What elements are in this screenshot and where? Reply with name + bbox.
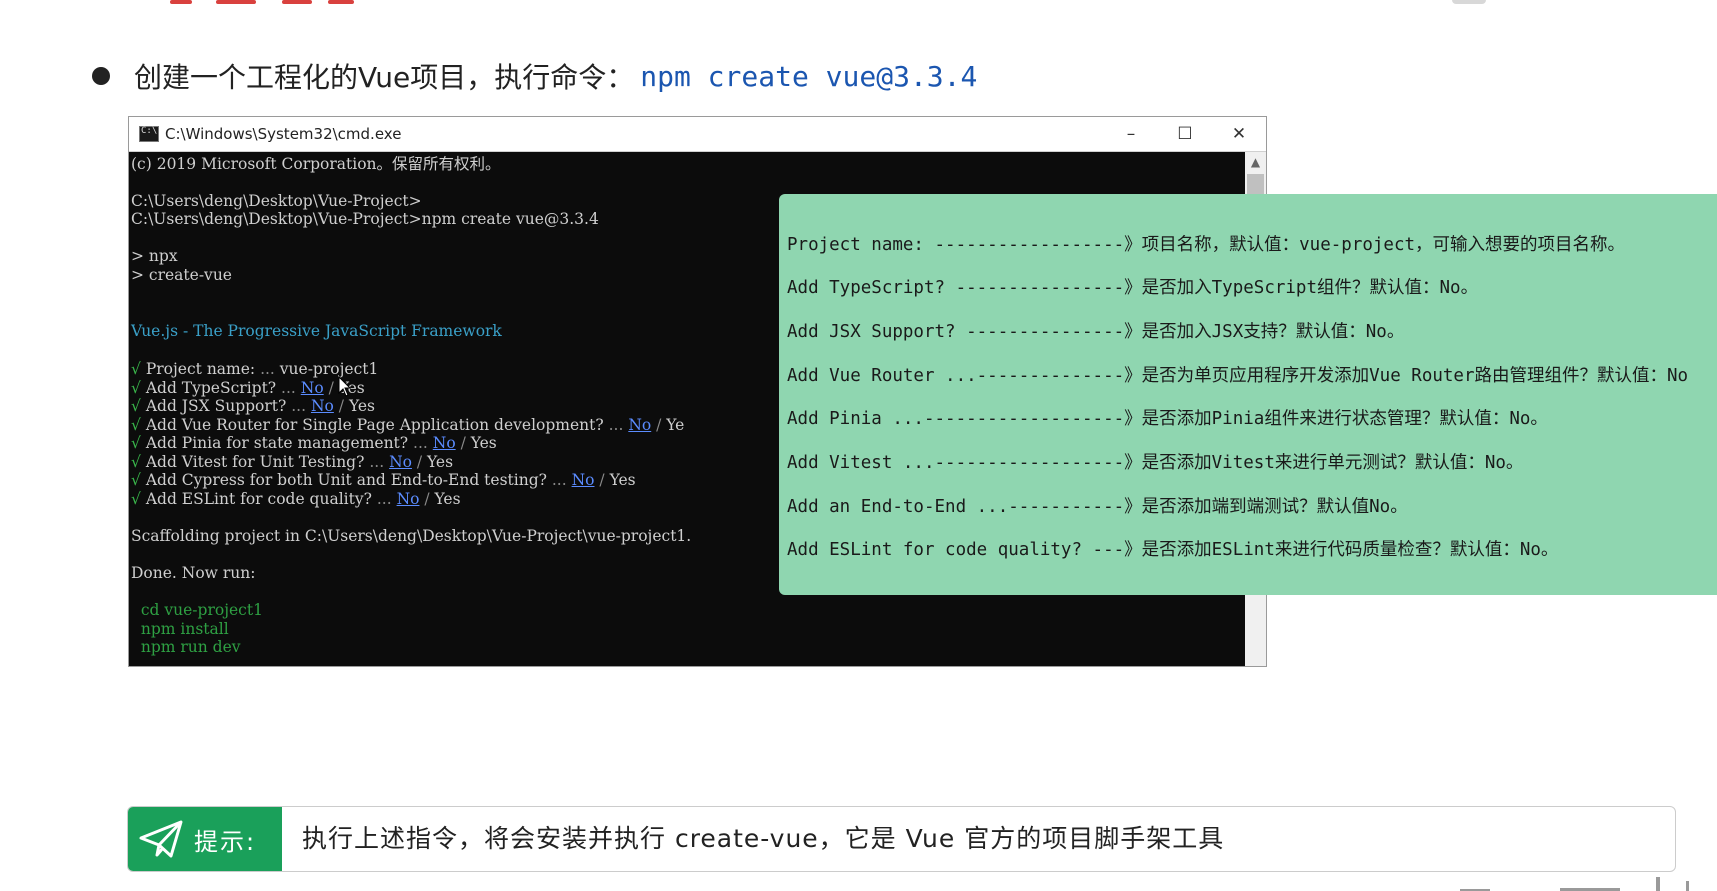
explanation-panel: Project name: ------------------》项目名称，默认… [779,194,1717,595]
answer-yes: Yes [348,397,375,415]
answer-slash: / [333,397,349,415]
prompt-answer: vue-project1 [279,360,379,378]
answer-yes: Yes [470,434,497,452]
answer-no: No [396,490,420,508]
tip-box: 提示: 执行上述指令，将会安装并执行 create-vue，它是 Vue 官方的… [127,806,1676,872]
prompt-row-eslint: √ Add ESLint for code quality? ... No / … [131,490,461,509]
explanation-typescript: Add TypeScript? ----------------》是否加入Typ… [787,278,1479,298]
bullet-dot-icon [92,67,110,85]
window-title: C:\Windows\System32\cmd.exe [165,125,402,143]
explanation-pinia: Add Pinia ...-------------------》是否添加Pin… [787,409,1548,429]
answer-slash: / [455,434,471,452]
terminal-banner: Vue.js - The Progressive JavaScript Fram… [131,322,502,340]
answer-yes: Yes [427,453,454,471]
paper-plane-icon [139,820,183,858]
terminal-prompt-command: C:\Users\deng\Desktop\Vue-Project>npm cr… [131,210,599,228]
bullet-text: 创建一个工程化的Vue项目，执行命令： [134,61,635,94]
bullet-line: 创建一个工程化的Vue项目，执行命令： npm create vue@3.3.4 [92,54,977,98]
prompt-ellipsis: ... [371,490,397,508]
prompt-ellipsis: ... [603,416,629,434]
prompt-question: Project name: [145,360,256,378]
answer-no: No [571,471,595,489]
terminal-cmd-cd: cd vue-project1 [131,601,263,619]
prompt-ellipsis: ... [364,453,390,471]
answer-slash: / [594,471,610,489]
prompt-ellipsis: ... [286,397,311,415]
prompt-question: Add JSX Support? [145,397,287,415]
answer-no: No [389,453,412,471]
check-icon: √ [131,434,141,452]
tip-label: 提示: [194,827,257,856]
check-icon: √ [131,379,141,397]
terminal-copyright: (c) 2019 Microsoft Corporation。保留所有权利。 [131,155,501,173]
answer-no: No [432,434,456,452]
player-controls-fragment [1460,872,1717,891]
scroll-up-arrow-icon[interactable]: ▲ [1245,152,1266,172]
tip-text: 执行上述指令，将会安装并执行 create-vue，它是 Vue 官方的项目脚手… [302,824,1225,853]
terminal-done: Done. Now run: [131,564,256,582]
check-icon: √ [131,471,141,489]
prompt-question: Add ESLint for code quality? [145,490,372,508]
prompt-question: Add Cypress for both Unit and End-to-End… [145,471,547,489]
answer-yes: Yes [609,471,636,489]
explanation-vitest: Add Vitest ...------------------》是否添加Vit… [787,453,1524,473]
mouse-cursor-icon [338,376,352,397]
explanation-eslint: Add ESLint for code quality? ---》是否添加ESL… [787,540,1559,560]
terminal-scaffolding: Scaffolding project in C:\Users\deng\Des… [131,527,692,545]
prompt-question: Add Pinia for state management? [145,434,409,452]
terminal-cmd-install: npm install [131,620,229,638]
check-icon: √ [131,453,141,471]
title-decoration [170,0,370,4]
window-controls: – ☐ ✕ [1104,117,1266,151]
prompt-row-vitest: √ Add Vitest for Unit Testing? ... No / … [131,453,453,472]
answer-slash: / [651,416,667,434]
answer-slash: / [419,490,435,508]
explanation-project-name: Project name: ------------------》项目名称，默认… [787,235,1626,255]
explanation-e2e: Add an End-to-End ...-----------》是否添加端到端… [787,497,1408,517]
maximize-button[interactable]: ☐ [1158,117,1212,151]
answer-no: No [628,416,652,434]
answer-yes: Ye [666,416,685,434]
cmd-app-icon [139,126,159,142]
terminal-prompt: C:\Users\deng\Desktop\Vue-Project> [131,192,422,210]
prompt-question: Add TypeScript? [145,379,277,397]
prompt-row-pinia: √ Add Pinia for state management? ... No… [131,434,497,453]
minimize-button[interactable]: – [1104,117,1158,151]
prompt-row-router: √ Add Vue Router for Single Page Applica… [131,416,684,435]
answer-slash: / [411,453,428,471]
answer-slash: / [323,379,339,397]
tip-badge: 提示: [128,807,282,871]
explanation-router: Add Vue Router ...--------------》是否为单页应用… [787,366,1689,386]
terminal-create-vue: > create-vue [131,266,232,284]
prompt-ellipsis: ... [276,379,301,397]
prompt-ellipsis: ... [546,471,572,489]
prompt-question: Add Vitest for Unit Testing? [145,453,365,471]
prompt-question: Add Vue Router for Single Page Applicati… [145,416,604,434]
window-titlebar[interactable]: C:\Windows\System32\cmd.exe – ☐ ✕ [129,117,1266,152]
terminal-npx: > npx [131,247,178,265]
check-icon: √ [131,397,141,415]
explanation-jsx: Add JSX Support? ---------------》是否加入JSX… [787,322,1405,342]
logo-fragment [1452,0,1486,4]
prompt-row-cypress: √ Add Cypress for both Unit and End-to-E… [131,471,636,490]
prompt-ellipsis: ... [255,360,280,378]
prompt-ellipsis: ... [408,434,433,452]
check-icon: √ [131,360,141,378]
terminal-cmd-dev: npm run dev [131,638,241,656]
check-icon: √ [131,416,141,434]
prompt-row-jsx: √ Add JSX Support? ... No / Yes [131,397,375,416]
check-icon: √ [131,490,141,508]
answer-no: No [310,397,334,415]
answer-no: No [300,379,324,397]
prompt-row-typescript: √ Add TypeScript? ... No / Yes [131,379,365,398]
bullet-command: npm create vue@3.3.4 [640,59,978,93]
close-button[interactable]: ✕ [1212,117,1266,151]
answer-yes: Yes [434,490,461,508]
